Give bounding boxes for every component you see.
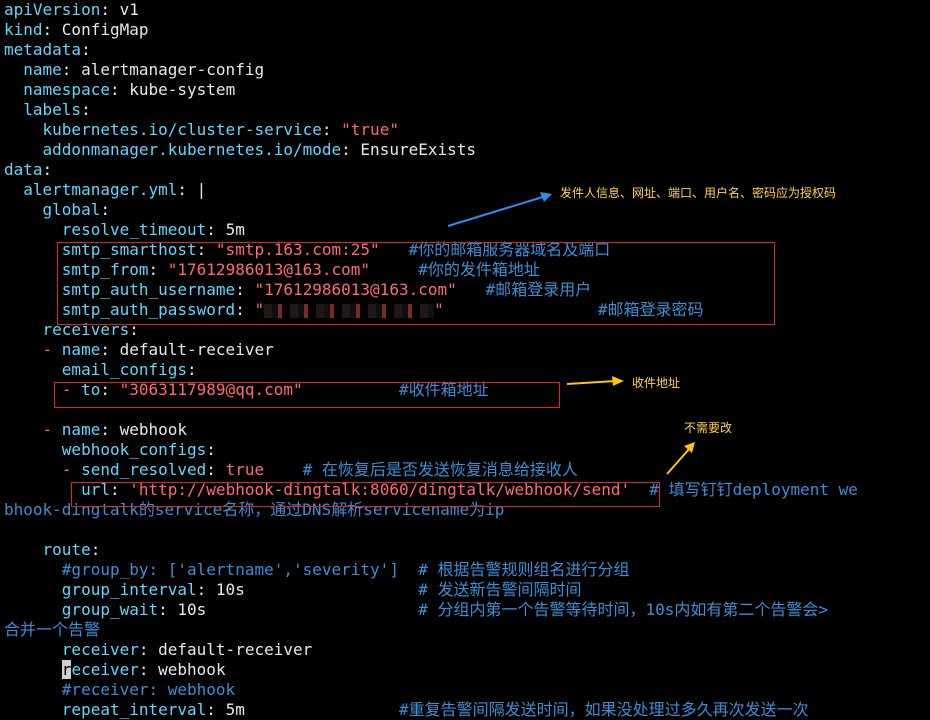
blue-arrow-icon [447,192,552,227]
annotation-arrows [447,192,695,475]
yellow-arrow-recipient-icon [566,376,624,386]
terminal-window[interactable]: apiVersion: v1 kind: ConfigMap metadata:… [0,0,930,720]
yellow-arrow-webhook-icon [666,442,695,475]
